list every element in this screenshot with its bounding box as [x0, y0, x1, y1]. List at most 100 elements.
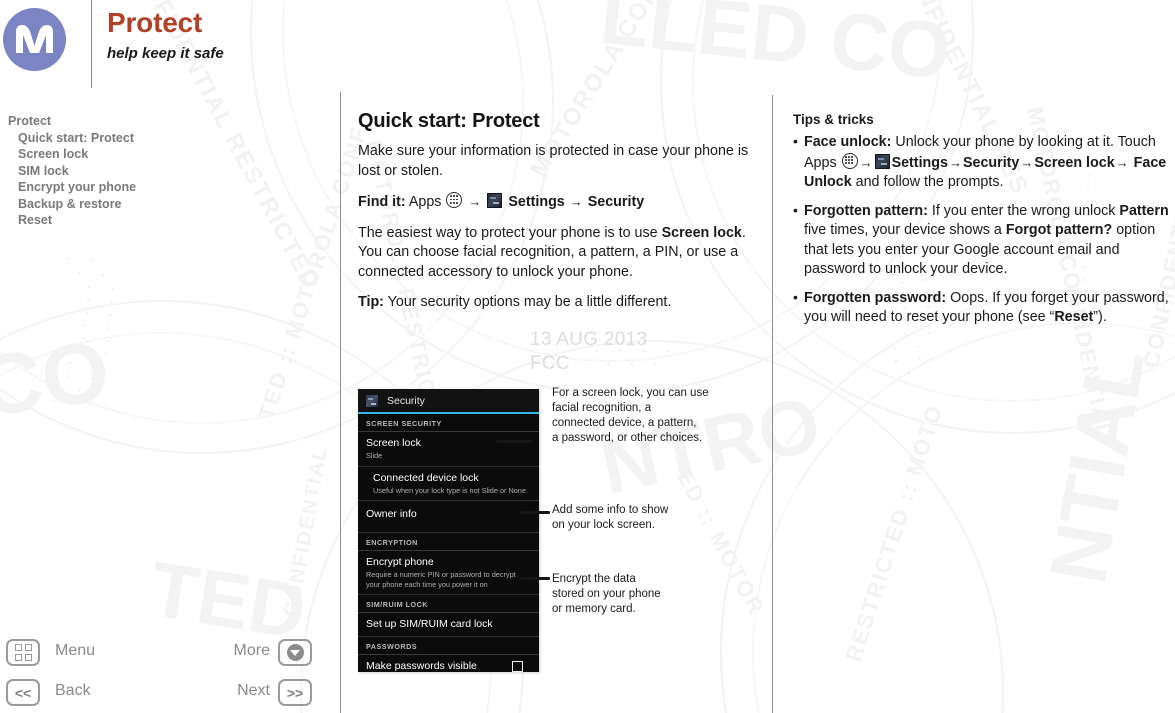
tip-text-2: five times, your device shows a	[804, 222, 1006, 238]
next-button[interactable]: >>	[278, 679, 312, 706]
tip-term: Face unlock:	[804, 134, 892, 150]
page-subtitle: help keep it safe	[107, 45, 224, 62]
tip-text: Your security options may be a little di…	[383, 294, 672, 310]
page-title: Protect	[107, 7, 203, 38]
tip-bold-security: Security	[962, 154, 1020, 171]
apps-grid-icon	[446, 192, 463, 208]
watermark-word: CO	[0, 322, 115, 436]
tip-bold-forgot-pattern: Forgot pattern?	[1005, 222, 1113, 238]
header-divider	[91, 0, 92, 88]
callout-leader-line	[520, 511, 550, 514]
find-it-security-text: Security	[587, 194, 645, 210]
find-it-apps-text: Apps	[408, 194, 442, 210]
phone-screenshot: Security SCREEN SECURITY Screen lock Sli…	[358, 389, 539, 672]
callout-text: Add some info to show on your lock scree…	[552, 504, 669, 531]
body-1-pre: The easiest way to protect your phone is…	[358, 224, 662, 241]
tip-bold-reset: Reset	[1054, 309, 1094, 325]
tip-face-unlock: Face unlock: Unlock your phone by lookin…	[793, 132, 1175, 193]
phone-titlebar: Security	[358, 389, 539, 414]
watermark-dots: • • • • • • • • • • • • • • • • • • • • …	[52, 253, 124, 407]
tip-term: Forgotten password:	[804, 289, 947, 306]
watermark-text: CONFIDENTIAL	[280, 444, 332, 619]
tips-heading: Tips & tricks	[793, 112, 874, 127]
column-divider-right	[772, 95, 773, 713]
body-1-bold: Screen lock	[661, 224, 742, 241]
tips-column: Tips & tricks Face unlock: Unlock your p…	[793, 112, 1175, 337]
phone-row-screen-lock[interactable]: Screen lock Slide	[358, 432, 539, 467]
tip-forgotten-pattern: Forgotten pattern: If you enter the wron…	[793, 201, 1175, 280]
watermark-word: NTIAL	[1032, 342, 1162, 590]
make-passwords-visible-checkbox[interactable]	[512, 661, 523, 672]
arrow-separator: →	[859, 154, 873, 170]
phone-row-title: Set up SIM/RUIM card lock	[366, 618, 493, 630]
fcc-date-stamp: 13 AUG 2013 FCC	[530, 329, 648, 374]
arrow-separator: →	[948, 154, 962, 170]
watermark-text: RESTRICTED :: MOTO	[840, 401, 948, 665]
settings-app-icon	[487, 193, 503, 208]
table-of-contents: Protect Quick start: Protect Screen lock…	[8, 113, 136, 229]
callout-leader-line	[496, 440, 532, 443]
callout-leader-line	[520, 577, 550, 580]
tip-text-1: If you enter the wrong unlock	[927, 202, 1120, 219]
tip-term: Forgotten pattern:	[804, 202, 928, 219]
watermark-ring	[720, 290, 1175, 713]
section-heading: Quick start: Protect	[358, 110, 540, 132]
phone-row-subtitle: Slide	[366, 451, 383, 460]
page-root: CO LLED CO NTIAL NTRO TED CONFIDENTIAL R…	[0, 0, 1175, 713]
phone-row-title: Make passwords visible	[366, 660, 477, 672]
sidebar-item-screen-lock[interactable]: Screen lock	[8, 146, 136, 163]
body-paragraph-1: The easiest way to protect your phone is…	[358, 224, 750, 283]
phone-row-title: Screen lock	[366, 437, 421, 449]
phone-row-title: Encrypt phone	[366, 556, 434, 568]
find-it-label: Find it:	[358, 194, 406, 210]
tip-label: Tip:	[358, 294, 384, 310]
arrow-separator: →	[1020, 154, 1034, 170]
phone-section-header: ENCRYPTION	[358, 533, 539, 551]
nav-row-secondary: << Back Next >>	[0, 679, 330, 712]
nav-row-primary: Menu More	[0, 639, 330, 672]
phone-section-header: PASSWORDS	[358, 637, 539, 655]
phone-row-connected-device-lock[interactable]: Connected device lock Useful when your l…	[358, 467, 539, 501]
arrow-separator: →	[569, 194, 583, 209]
bottom-navigation-bar: Menu More << Back Next >>	[0, 631, 340, 713]
page-header: Protect help keep it safe	[0, 0, 1175, 92]
double-chevron-left-icon: <<	[14, 684, 32, 701]
sidebar-item-reset[interactable]: Reset	[8, 212, 136, 229]
tip-bold-settings: Settings	[891, 154, 948, 171]
phone-section-header: SIM/RUIM LOCK	[358, 595, 539, 613]
tip-bold-screen-lock: Screen lock	[1034, 154, 1115, 171]
more-label[interactable]: More	[170, 642, 270, 660]
apps-grid-icon	[841, 152, 858, 169]
next-label[interactable]: Next	[170, 682, 270, 700]
phone-row-encrypt-phone[interactable]: Encrypt phone Require a numeric PIN or p…	[358, 551, 539, 595]
callout-text: Encrypt the data stored on your phone or…	[552, 573, 661, 615]
phone-row-sim-ruim-card-lock[interactable]: Set up SIM/RUIM card lock	[358, 613, 539, 637]
menu-label[interactable]: Menu	[55, 642, 95, 660]
phone-row-owner-info[interactable]: Owner info	[358, 501, 539, 533]
tip-body-end: and follow the prompts.	[851, 174, 1004, 190]
sidebar-item-encrypt-your-phone[interactable]: Encrypt your phone	[8, 179, 136, 196]
phone-row-make-passwords-visible[interactable]: Make passwords visible	[358, 655, 539, 672]
back-button[interactable]: <<	[6, 679, 40, 706]
chevron-down-circle-icon	[286, 644, 304, 661]
more-button[interactable]	[278, 639, 312, 666]
double-chevron-right-icon: >>	[286, 684, 304, 701]
callout-text: For a screen lock, you can use facial re…	[552, 387, 709, 444]
watermark-text: TED :: MOTOROLA CONF	[253, 123, 372, 423]
back-label[interactable]: Back	[55, 682, 91, 700]
sidebar-item-backup-restore[interactable]: Backup & restore	[8, 196, 136, 213]
arrow-separator: →	[1115, 154, 1129, 170]
phone-section-header: SCREEN SECURITY	[358, 414, 539, 432]
tip-paragraph: Tip: Your security options may be a litt…	[358, 293, 750, 313]
tip-bold-pattern: Pattern	[1119, 202, 1169, 219]
intro-paragraph: Make sure your information is protected …	[358, 143, 749, 179]
tip-forgotten-password: Forgotten password: Oops. If you forget …	[793, 288, 1175, 328]
sidebar-item-sim-lock[interactable]: SIM lock	[8, 163, 136, 180]
settings-app-icon	[874, 153, 890, 169]
sidebar-item-quick-start-protect[interactable]: Quick start: Protect	[8, 130, 136, 147]
motorola-m-logo	[3, 8, 66, 71]
tip-text-2: ”).	[1093, 309, 1107, 325]
menu-button[interactable]	[6, 639, 40, 666]
arrow-separator: →	[468, 194, 482, 209]
sidebar-item-protect[interactable]: Protect	[8, 113, 136, 130]
